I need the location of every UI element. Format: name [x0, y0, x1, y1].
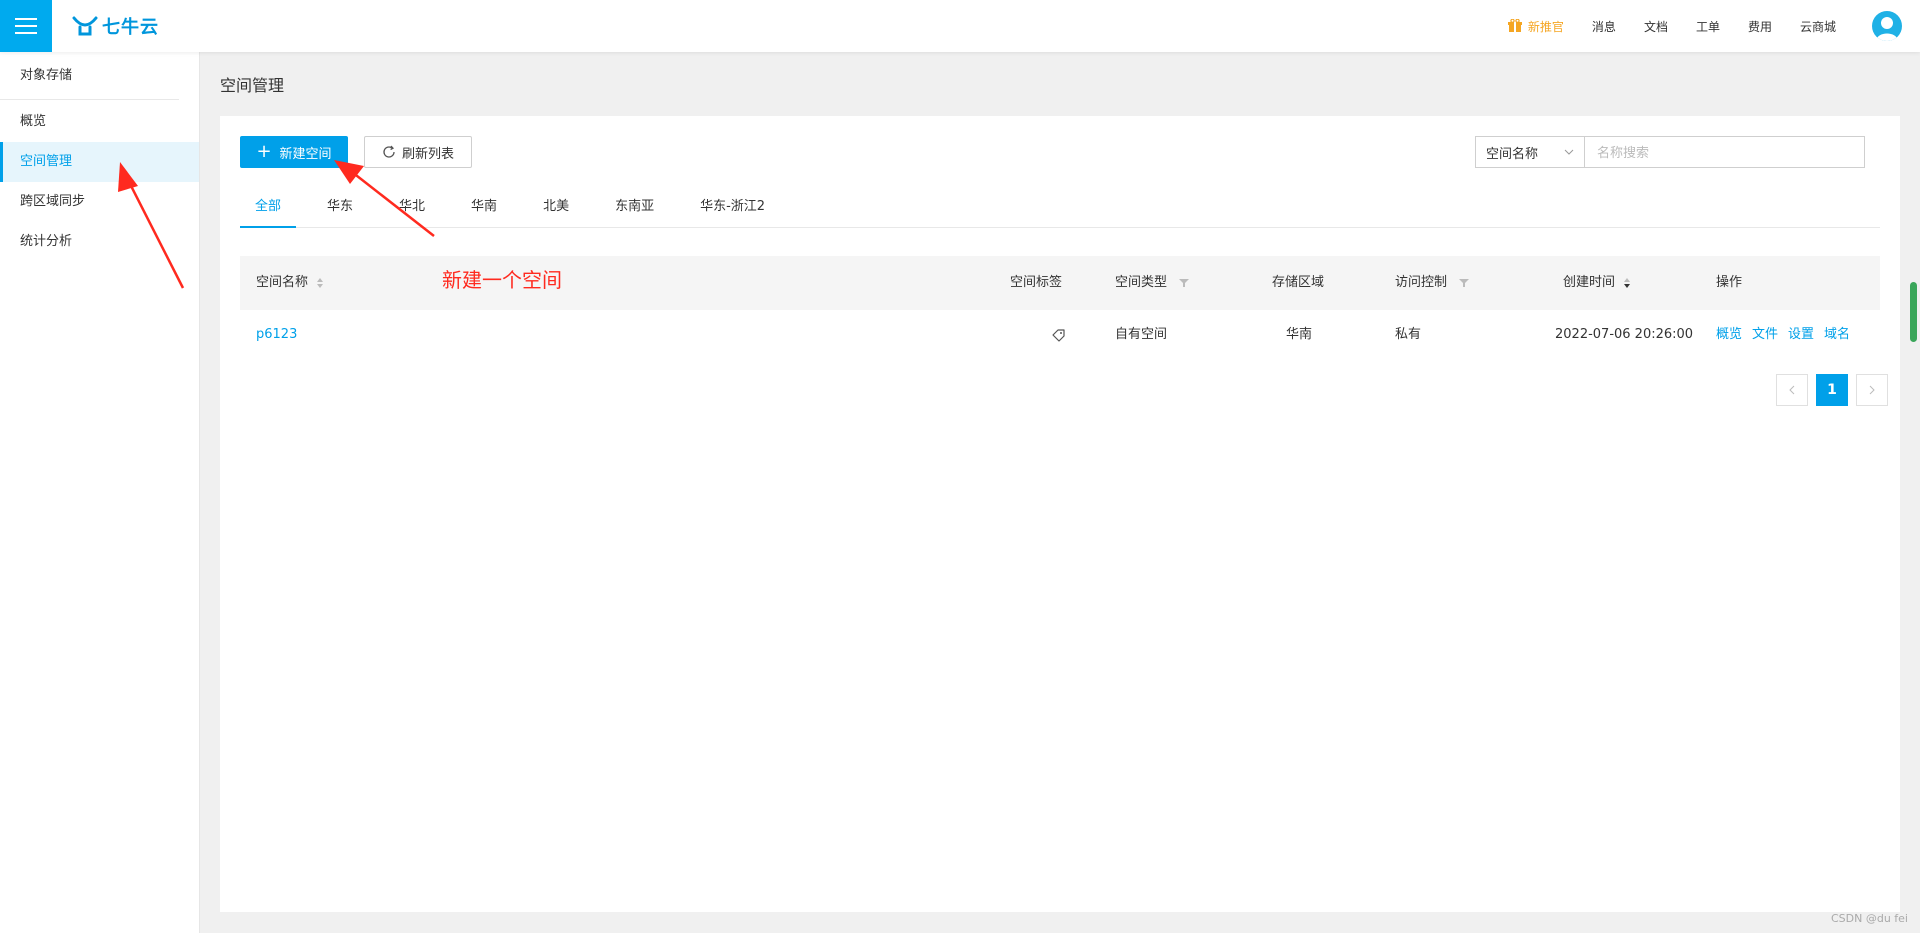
next-page-button[interactable] — [1856, 374, 1888, 406]
row-actions: 概览 文件 设置 域名 — [1716, 310, 1860, 360]
filter-icon[interactable] — [1179, 278, 1190, 288]
sidebar-item-overview[interactable]: 概览 — [0, 102, 199, 142]
user-avatar[interactable] — [1872, 11, 1902, 41]
qiniu-logo-icon — [72, 16, 98, 36]
action-domain-link[interactable]: 域名 — [1824, 310, 1850, 360]
bucket-tag-button[interactable] — [1052, 310, 1066, 360]
region-tabs: 全部 华东 华北 华南 北美 东南亚 华东-浙江2 — [240, 196, 1880, 228]
create-bucket-button[interactable]: + 新建空间 — [240, 136, 348, 168]
bucket-access: 私有 — [1395, 327, 1422, 342]
menu-icon — [15, 18, 37, 34]
column-created-label: 创建时间 — [1563, 275, 1616, 290]
watermark: CSDN @du fei — [1830, 912, 1908, 925]
annotation-text: 新建一个空间 — [442, 268, 562, 292]
nav-messages[interactable]: 消息 — [1592, 18, 1616, 35]
nav-docs[interactable]: 文档 — [1644, 18, 1668, 35]
pagination: 1 — [1768, 374, 1888, 406]
action-settings-link[interactable]: 设置 — [1788, 310, 1814, 360]
column-header-created[interactable]: 创建时间 — [1563, 256, 1631, 310]
nav-tickets[interactable]: 工单 — [1696, 18, 1720, 35]
column-actions-label: 操作 — [1716, 275, 1743, 290]
page-number-button[interactable]: 1 — [1816, 374, 1848, 406]
search-input[interactable] — [1585, 136, 1865, 168]
column-header-name[interactable]: 空间名称 — [256, 256, 324, 310]
page-scrollbar[interactable] — [1910, 282, 1917, 342]
column-header-tags: 空间标签 — [1010, 256, 1062, 310]
top-header: 七牛云 新推官 消息 文档 工单 费用 云商城 — [0, 0, 1920, 52]
promo-link[interactable]: 新推官 — [1507, 18, 1564, 35]
search-group: 空间名称 — [1475, 136, 1865, 168]
gift-icon — [1507, 19, 1522, 32]
nav-billing[interactable]: 费用 — [1748, 18, 1772, 35]
column-type-label: 空间类型 — [1115, 275, 1168, 290]
hamburger-menu-button[interactable] — [0, 0, 52, 52]
sort-icon[interactable] — [316, 277, 324, 289]
sidebar-item-statistics[interactable]: 统计分析 — [0, 222, 199, 262]
sort-descending-icon[interactable] — [1623, 277, 1631, 289]
logo-text: 七牛云 — [102, 17, 159, 38]
sidebar-menu: 概览 空间管理 跨区域同步 统计分析 — [0, 100, 199, 262]
search-type-select[interactable]: 空间名称 — [1475, 136, 1585, 168]
filter-icon[interactable] — [1459, 278, 1470, 288]
user-avatar-icon — [1876, 17, 1898, 41]
page-title: 空间管理 — [220, 76, 285, 95]
bucket-name-link[interactable]: p6123 — [256, 310, 297, 360]
action-files-link[interactable]: 文件 — [1752, 310, 1778, 360]
bucket-created-time: 2022-07-06 20:26:00 — [1555, 327, 1694, 342]
tab-north-america[interactable]: 北美 — [528, 196, 584, 228]
table-row: p6123 自有空间 华南 私有 2022-07-06 20:26:00 概览 … — [240, 310, 1880, 360]
action-overview-link[interactable]: 概览 — [1716, 310, 1742, 360]
chevron-right-icon — [1869, 385, 1875, 395]
column-header-actions: 操作 — [1716, 256, 1742, 310]
refresh-list-label: 刷新列表 — [401, 146, 454, 162]
search-type-value: 空间名称 — [1486, 146, 1539, 162]
column-access-label: 访问控制 — [1395, 275, 1448, 290]
column-header-access[interactable]: 访问控制 — [1395, 256, 1470, 310]
tab-southeast-asia[interactable]: 东南亚 — [600, 196, 669, 228]
tab-east-china[interactable]: 华东 — [312, 196, 368, 228]
top-navigation: 新推官 消息 文档 工单 费用 云商城 — [1507, 0, 1920, 52]
create-bucket-label: 新建空间 — [279, 146, 332, 162]
column-header-type[interactable]: 空间类型 — [1115, 256, 1190, 310]
refresh-list-button[interactable]: 刷新列表 — [364, 136, 472, 168]
bucket-region: 华南 — [1286, 327, 1313, 342]
column-name-label: 空间名称 — [256, 275, 309, 290]
tab-south-china[interactable]: 华南 — [456, 196, 512, 228]
chevron-down-icon — [1564, 149, 1574, 155]
sidebar: 对象存储 概览 空间管理 跨区域同步 统计分析 — [0, 52, 200, 933]
refresh-icon — [383, 145, 395, 158]
promo-label: 新推官 — [1527, 19, 1564, 34]
chevron-left-icon — [1789, 385, 1795, 395]
tab-all[interactable]: 全部 — [240, 196, 297, 228]
tag-icon — [1052, 329, 1065, 342]
column-region-label: 存储区域 — [1272, 275, 1325, 290]
tab-north-china[interactable]: 华北 — [384, 196, 440, 228]
sidebar-item-cross-region-sync[interactable]: 跨区域同步 — [0, 182, 199, 222]
bucket-type: 自有空间 — [1115, 327, 1168, 342]
sidebar-item-bucket-management[interactable]: 空间管理 — [0, 142, 199, 182]
column-header-region: 存储区域 — [1272, 256, 1324, 310]
tab-east-china-zhejiang2[interactable]: 华东-浙江2 — [685, 196, 780, 228]
nav-marketplace[interactable]: 云商城 — [1800, 18, 1836, 35]
content-card: + 新建空间 刷新列表 空间名称 全部 华东 华北 华南 北美 东南亚 华东-浙… — [220, 116, 1900, 912]
plus-icon: + — [256, 141, 272, 162]
prev-page-button[interactable] — [1776, 374, 1808, 406]
sidebar-title: 对象存储 — [0, 52, 179, 100]
column-tags-label: 空间标签 — [1010, 275, 1063, 290]
logo[interactable]: 七牛云 — [72, 14, 159, 38]
